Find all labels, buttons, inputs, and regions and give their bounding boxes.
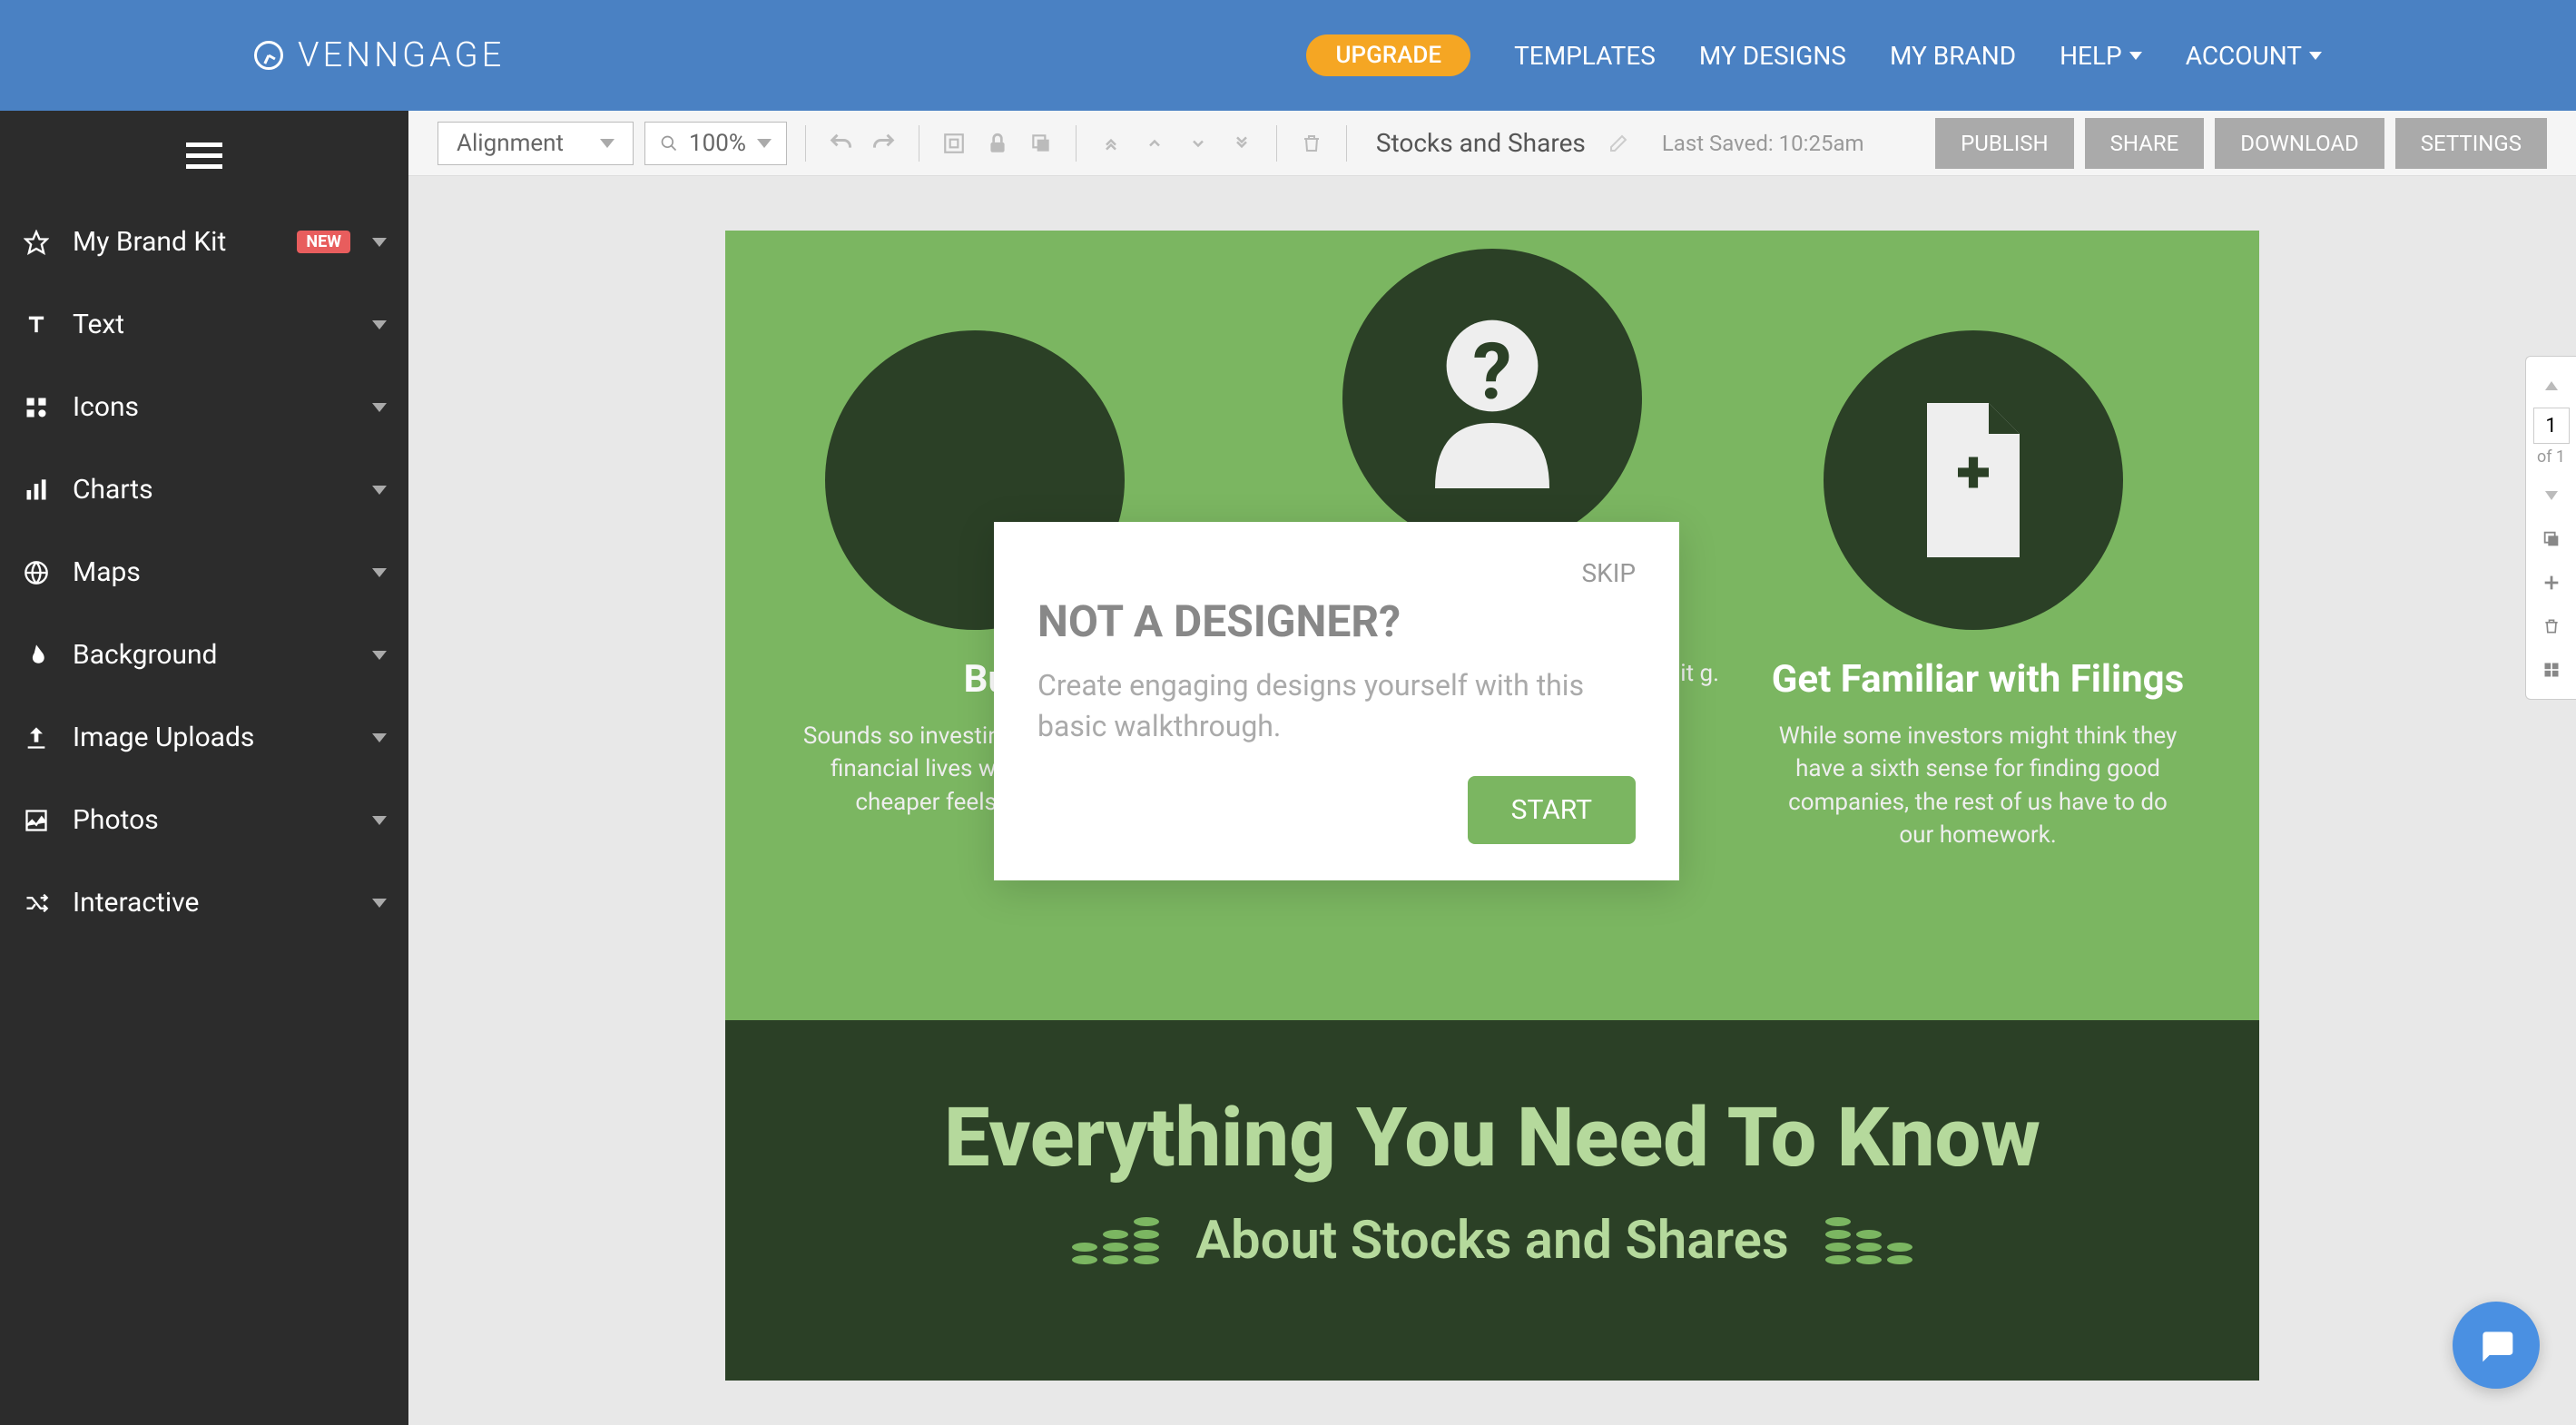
chat-button[interactable]: [2453, 1302, 2540, 1389]
skip-button[interactable]: SKIP: [1037, 558, 1636, 588]
onboarding-modal: SKIP NOT A DESIGNER? Create engaging des…: [994, 522, 1679, 880]
modal-overlay: SKIP NOT A DESIGNER? Create engaging des…: [0, 0, 2576, 1425]
modal-title: NOT A DESIGNER?: [1037, 595, 1636, 647]
modal-text: Create engaging designs yourself with th…: [1037, 665, 1636, 747]
chat-icon: [2476, 1325, 2516, 1365]
start-button[interactable]: START: [1468, 776, 1636, 844]
